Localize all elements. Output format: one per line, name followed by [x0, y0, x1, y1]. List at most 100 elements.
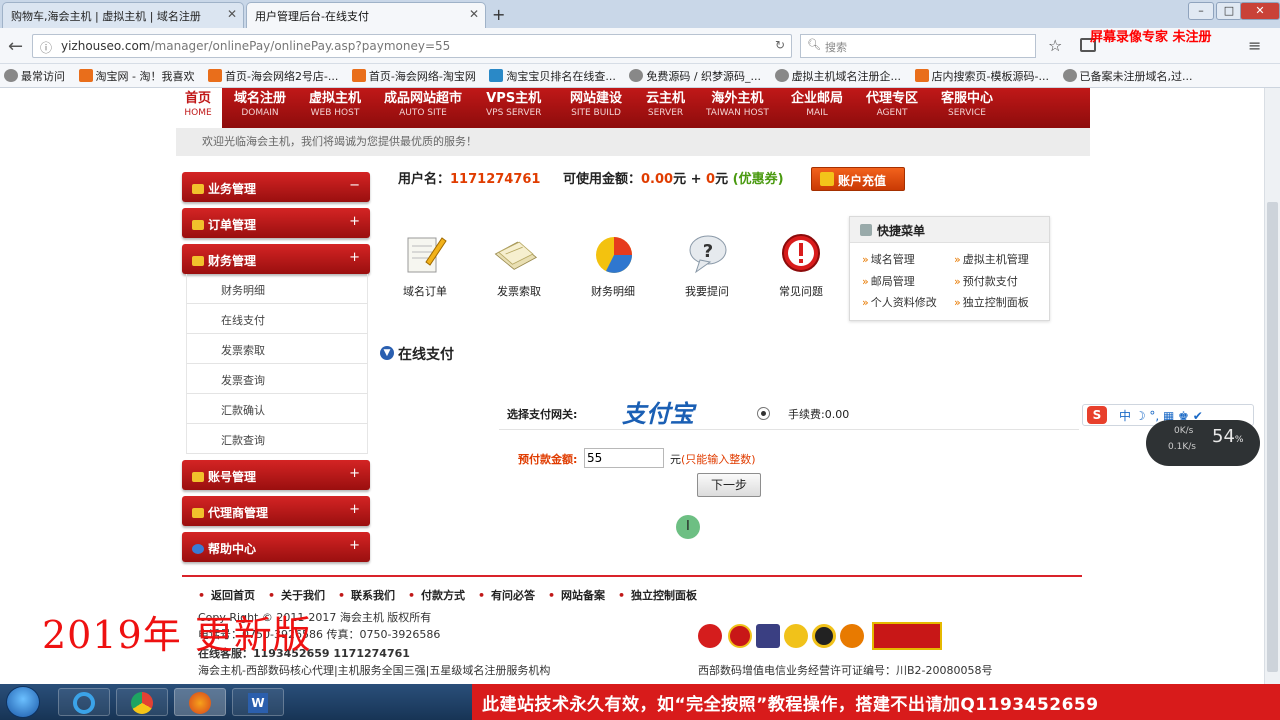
bookmark-item[interactable]: 首页-海会网络-淘宝网	[351, 68, 476, 84]
help-icon	[192, 544, 204, 554]
quick-menu-item[interactable]: » 个人资料修改	[862, 294, 937, 310]
footer-link-panel[interactable]: • 独立控制面板	[618, 587, 697, 603]
word-taskbar-icon[interactable]: W	[232, 688, 284, 716]
sidebar-item-remit-query[interactable]: 汇款查询	[186, 424, 368, 454]
amount-hint: (只能输入整数)	[681, 453, 756, 466]
close-icon[interactable]: ✕	[227, 7, 237, 21]
trust-seal-icon[interactable]	[872, 622, 942, 650]
footer-link-payment[interactable]: • 付款方式	[408, 587, 465, 603]
pie-chart-icon[interactable]	[592, 232, 638, 276]
sidebar-item-invoice-query[interactable]: 发票查询	[186, 364, 368, 394]
quick-menu-item[interactable]: » 邮局管理	[862, 273, 915, 289]
address-bar[interactable]: ⓘ yizhouseo.com/manager/onlinePay/online…	[32, 34, 792, 58]
firefox-taskbar-icon[interactable]	[174, 688, 226, 716]
search-input[interactable]: 🔍︎ 搜索	[800, 34, 1036, 58]
sidebar-business[interactable]: 业务管理 −	[182, 172, 370, 202]
quick-faq[interactable]: 常见问题	[766, 283, 836, 299]
nav-web-host[interactable]: 虚拟主机 WEB HOST	[309, 92, 361, 120]
qq-icon[interactable]	[812, 624, 836, 648]
sidebar-account[interactable]: 账号管理 +	[182, 460, 370, 490]
nav-server[interactable]: 云主机 SERVER	[646, 92, 685, 120]
nav-auto-site[interactable]: 成品网站超市 AUTO SITE	[384, 92, 462, 120]
footer-link-contact[interactable]: • 联系我们	[338, 587, 395, 603]
verify-icon[interactable]	[756, 624, 780, 648]
footer-link-home[interactable]: • 返回首页	[198, 587, 255, 603]
nav-mail[interactable]: 企业邮局 MAIL	[791, 92, 843, 120]
footer-link-faq[interactable]: • 有问必答	[478, 587, 535, 603]
ie-taskbar-icon[interactable]	[58, 688, 110, 716]
nav-site-build[interactable]: 网站建设 SITE BUILD	[570, 92, 622, 120]
people-icon[interactable]	[840, 624, 864, 648]
nav-domain[interactable]: 域名注册 DOMAIN	[234, 92, 286, 120]
bookmark-item[interactable]: 店内搜索页-模板源码-...	[914, 68, 1049, 84]
sidebar-agent[interactable]: 代理商管理 +	[182, 496, 370, 526]
nav-taiwan-host[interactable]: 海外主机 TAIWAN HOST	[706, 92, 769, 120]
footer-license: 西部数码增值电信业务经营许可证编号：川B2-20080058号	[698, 664, 993, 677]
quick-menu-item[interactable]: » 域名管理	[862, 251, 915, 267]
footer-link-about[interactable]: • 关于我们	[268, 587, 325, 603]
maximize-icon[interactable]: □	[1216, 2, 1242, 20]
quick-ask-question[interactable]: 我要提问	[672, 283, 742, 299]
window-close-icon[interactable]: ✕	[1240, 2, 1280, 20]
nav-service[interactable]: 客服中心 SERVICE	[941, 92, 993, 120]
badge-icon[interactable]	[698, 624, 722, 648]
minimize-icon[interactable]: –	[1188, 2, 1214, 20]
start-button[interactable]	[6, 686, 40, 718]
tab-cart[interactable]: 购物车,海会主机 | 虚拟主机 | 域名注册 ✕	[2, 2, 244, 28]
sidebar-item-invoice-request[interactable]: 发票索取	[186, 334, 368, 364]
bookmark-item[interactable]: 淘宝网 - 淘！我喜欢	[78, 68, 194, 84]
quick-invoice[interactable]: 发票索取	[484, 283, 554, 299]
star-icon[interactable]: ☆	[1048, 36, 1062, 55]
quick-menu-item[interactable]: » 独立控制面板	[954, 294, 1029, 310]
bookmark-item[interactable]: 首页-海会网络2号店-...	[207, 68, 338, 84]
gateway-label: 选择支付网关:	[507, 408, 578, 421]
bookmark-item[interactable]: 虚拟主机域名注册企...	[774, 68, 901, 84]
nav-agent[interactable]: 代理专区 AGENT	[866, 92, 918, 120]
bookmark-item[interactable]: 淘宝宝贝排名在线查...	[489, 68, 616, 84]
next-step-button[interactable]: 下一步	[697, 473, 761, 497]
sidebar-item-remit-confirm[interactable]: 汇款确认	[186, 394, 368, 424]
info-icon: ⓘ	[40, 41, 53, 55]
nav-vps[interactable]: VPS主机 VPS SERVER	[486, 92, 541, 120]
sidebar-item-finance-detail[interactable]: 财务明细	[186, 274, 368, 304]
nav-home[interactable]: 首页 HOME	[174, 88, 222, 128]
alipay-logo[interactable]: 支付宝	[622, 394, 694, 429]
police-badge-icon[interactable]	[728, 624, 752, 648]
smile-icon[interactable]	[784, 624, 808, 648]
search-placeholder: 搜索	[825, 41, 847, 54]
sidebar-help[interactable]: 帮助中心 +	[182, 532, 370, 562]
quick-menu-item[interactable]: » 虚拟主机管理	[954, 251, 1029, 267]
coupon-link[interactable]: (优惠券)	[733, 172, 784, 187]
sidebar-finance[interactable]: 财务管理 +	[182, 244, 370, 274]
quick-finance-detail[interactable]: 财务明细	[578, 283, 648, 299]
balance-value: 0.00	[641, 172, 674, 187]
footer-link-icp[interactable]: • 网站备案	[548, 587, 605, 603]
url-path: /manager/onlinePay/onlinePay.asp?paymone…	[150, 39, 451, 53]
tab-online-pay[interactable]: 用户管理后台-在线支付 ✕	[246, 2, 486, 28]
reload-icon[interactable]: ↻	[775, 38, 785, 52]
sidebar-item-online-pay[interactable]: 在线支付	[186, 304, 368, 334]
menu-icon[interactable]: ≡	[1248, 36, 1261, 55]
amount-input[interactable]	[584, 448, 664, 468]
vertical-scrollbar[interactable]	[1264, 88, 1280, 684]
bookmark-item[interactable]: 已备案未注册域名,过...	[1062, 68, 1193, 84]
close-icon[interactable]: ✕	[469, 7, 479, 21]
new-tab-icon[interactable]: +	[492, 5, 505, 24]
scrollbar-thumb[interactable]	[1267, 202, 1278, 672]
quick-domain-orders[interactable]: 域名订单	[390, 283, 460, 299]
username-row: 用户名：1171274761	[398, 172, 541, 187]
taobao-icon	[351, 69, 366, 82]
bookmark-item[interactable]: 最常访问	[4, 68, 65, 84]
invoice-stack-icon[interactable]	[492, 232, 538, 276]
question-bubble-icon[interactable]: ?	[686, 232, 732, 276]
pencil-note-icon[interactable]	[402, 232, 448, 276]
chrome-taskbar-icon[interactable]	[116, 688, 168, 716]
warning-icon[interactable]	[778, 232, 824, 276]
recharge-button[interactable]: 账户充值	[811, 167, 905, 191]
bookmark-item[interactable]: 免费源码 / 织梦源码_...	[629, 68, 761, 84]
sidebar-orders[interactable]: 订单管理 +	[182, 208, 370, 238]
record-watermark: 屏幕录像专家 未注册	[1090, 30, 1212, 45]
gateway-radio[interactable]	[757, 407, 770, 420]
quick-menu-item[interactable]: » 预付款支付	[954, 273, 1018, 289]
back-icon[interactable]: ←	[8, 36, 23, 57]
